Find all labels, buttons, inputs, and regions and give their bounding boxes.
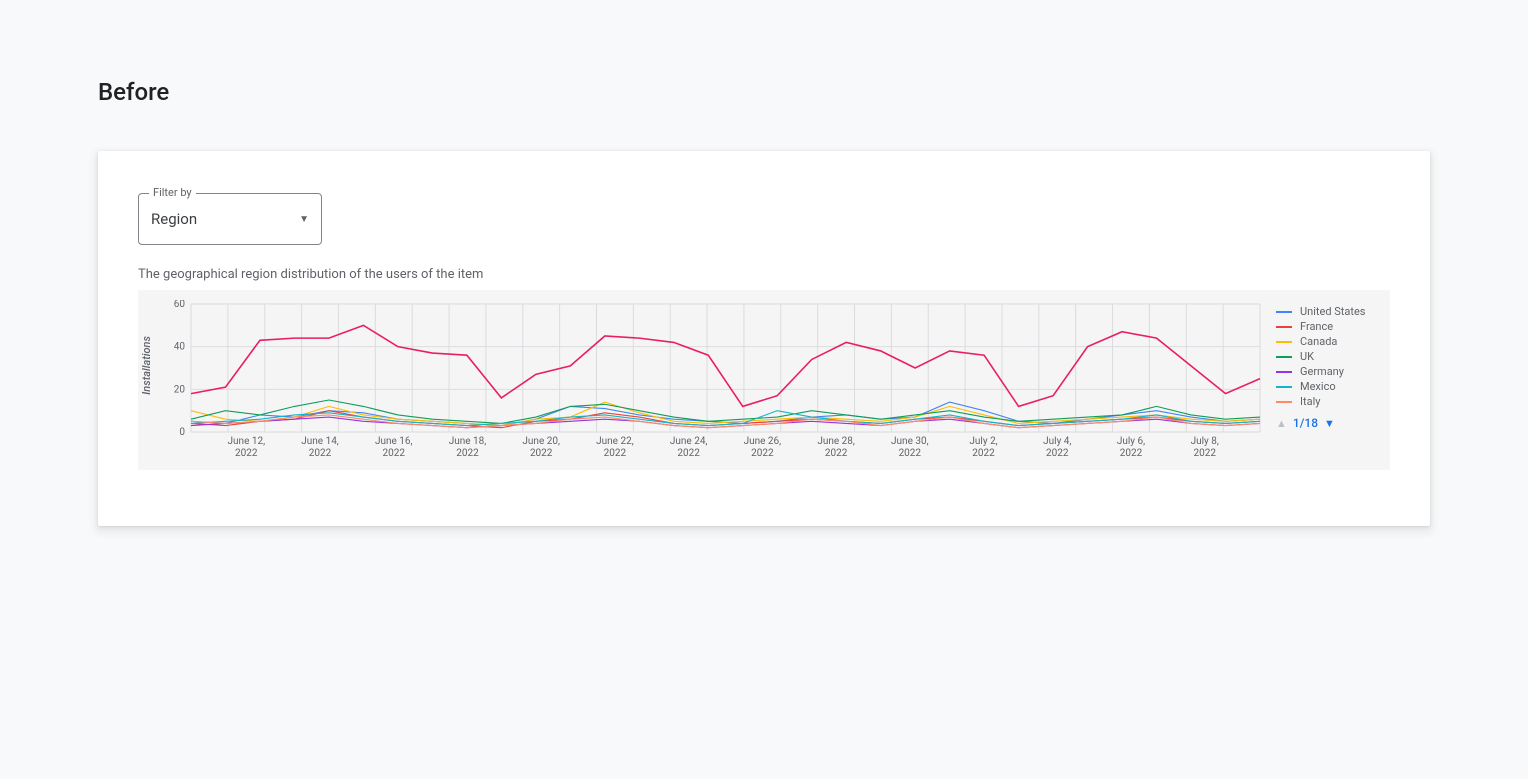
legend-label: Italy bbox=[1300, 395, 1320, 408]
legend-label: Germany bbox=[1300, 365, 1344, 378]
svg-text:2022: 2022 bbox=[456, 448, 479, 459]
svg-text:2022: 2022 bbox=[1046, 448, 1069, 459]
chart-container: Installations 0204060June 12,2022June 14… bbox=[138, 290, 1390, 470]
legend-label: Mexico bbox=[1300, 380, 1336, 393]
legend-item[interactable]: France bbox=[1276, 319, 1378, 334]
caret-down-icon: ▼ bbox=[299, 214, 309, 225]
svg-text:June 26,: June 26, bbox=[744, 436, 782, 447]
svg-text:July 8,: July 8, bbox=[1191, 436, 1219, 447]
legend-label: UK bbox=[1300, 350, 1314, 363]
page-title: Before bbox=[98, 78, 1528, 106]
legend-label: United States bbox=[1300, 305, 1365, 318]
svg-text:June 28,: June 28, bbox=[817, 436, 855, 447]
legend-item[interactable]: UK bbox=[1276, 349, 1378, 364]
svg-text:2022: 2022 bbox=[235, 448, 258, 459]
svg-text:June 18,: June 18, bbox=[449, 436, 487, 447]
legend-swatch bbox=[1276, 386, 1292, 388]
svg-text:60: 60 bbox=[174, 300, 186, 310]
svg-text:June 16,: June 16, bbox=[375, 436, 413, 447]
y-axis-label: Installations bbox=[138, 336, 159, 395]
legend-swatch bbox=[1276, 326, 1292, 328]
pager-prev-icon[interactable]: ▲ bbox=[1276, 417, 1287, 430]
legend-item[interactable]: Italy bbox=[1276, 394, 1378, 409]
filter-legend: Filter by bbox=[149, 186, 196, 199]
legend-pager: ▲ 1/18 ▼ bbox=[1276, 416, 1378, 430]
filter-by-select[interactable]: Filter by Region ▼ bbox=[138, 193, 322, 245]
svg-text:0: 0 bbox=[179, 427, 185, 438]
svg-text:2022: 2022 bbox=[825, 448, 848, 459]
chart-legend: United States France Canada UK Germany Mexico… bbox=[1266, 300, 1378, 460]
svg-text:June 24,: June 24, bbox=[670, 436, 708, 447]
legend-swatch bbox=[1276, 356, 1292, 358]
svg-text:2022: 2022 bbox=[382, 448, 405, 459]
svg-text:July 6,: July 6, bbox=[1117, 436, 1145, 447]
svg-text:2022: 2022 bbox=[1120, 448, 1143, 459]
svg-text:June 12,: June 12, bbox=[228, 436, 266, 447]
legend-item[interactable]: Mexico bbox=[1276, 379, 1378, 394]
svg-text:2022: 2022 bbox=[1193, 448, 1216, 459]
pager-text: 1/18 bbox=[1293, 416, 1318, 430]
chart-caption: The geographical region distribution of … bbox=[138, 267, 1390, 282]
chart-card: Filter by Region ▼ The geographical regi… bbox=[98, 151, 1430, 526]
legend-item[interactable]: Germany bbox=[1276, 364, 1378, 379]
legend-item[interactable]: Canada bbox=[1276, 334, 1378, 349]
legend-swatch bbox=[1276, 341, 1292, 343]
svg-text:2022: 2022 bbox=[751, 448, 774, 459]
svg-text:June 14,: June 14, bbox=[301, 436, 339, 447]
svg-text:2022: 2022 bbox=[972, 448, 995, 459]
legend-item[interactable]: United States bbox=[1276, 304, 1378, 319]
svg-text:June 30,: June 30, bbox=[891, 436, 929, 447]
svg-text:June 20,: June 20, bbox=[522, 436, 560, 447]
svg-text:2022: 2022 bbox=[604, 448, 627, 459]
pager-next-icon[interactable]: ▼ bbox=[1324, 417, 1335, 430]
svg-text:July 2,: July 2, bbox=[969, 436, 997, 447]
filter-value: Region bbox=[151, 210, 299, 228]
svg-text:June 22,: June 22, bbox=[596, 436, 634, 447]
svg-text:20: 20 bbox=[174, 384, 186, 395]
svg-text:2022: 2022 bbox=[309, 448, 332, 459]
svg-text:July 4,: July 4, bbox=[1043, 436, 1071, 447]
legend-label: France bbox=[1300, 320, 1333, 333]
legend-swatch bbox=[1276, 371, 1292, 373]
svg-text:2022: 2022 bbox=[677, 448, 700, 459]
svg-text:2022: 2022 bbox=[530, 448, 553, 459]
svg-text:2022: 2022 bbox=[899, 448, 922, 459]
legend-swatch bbox=[1276, 401, 1292, 403]
svg-text:40: 40 bbox=[174, 342, 186, 353]
legend-swatch bbox=[1276, 311, 1292, 313]
chart-plot-area: 0204060June 12,2022June 14,2022June 16,2… bbox=[159, 300, 1266, 460]
line-chart-svg: 0204060June 12,2022June 14,2022June 16,2… bbox=[159, 300, 1266, 460]
legend-label: Canada bbox=[1300, 335, 1337, 348]
